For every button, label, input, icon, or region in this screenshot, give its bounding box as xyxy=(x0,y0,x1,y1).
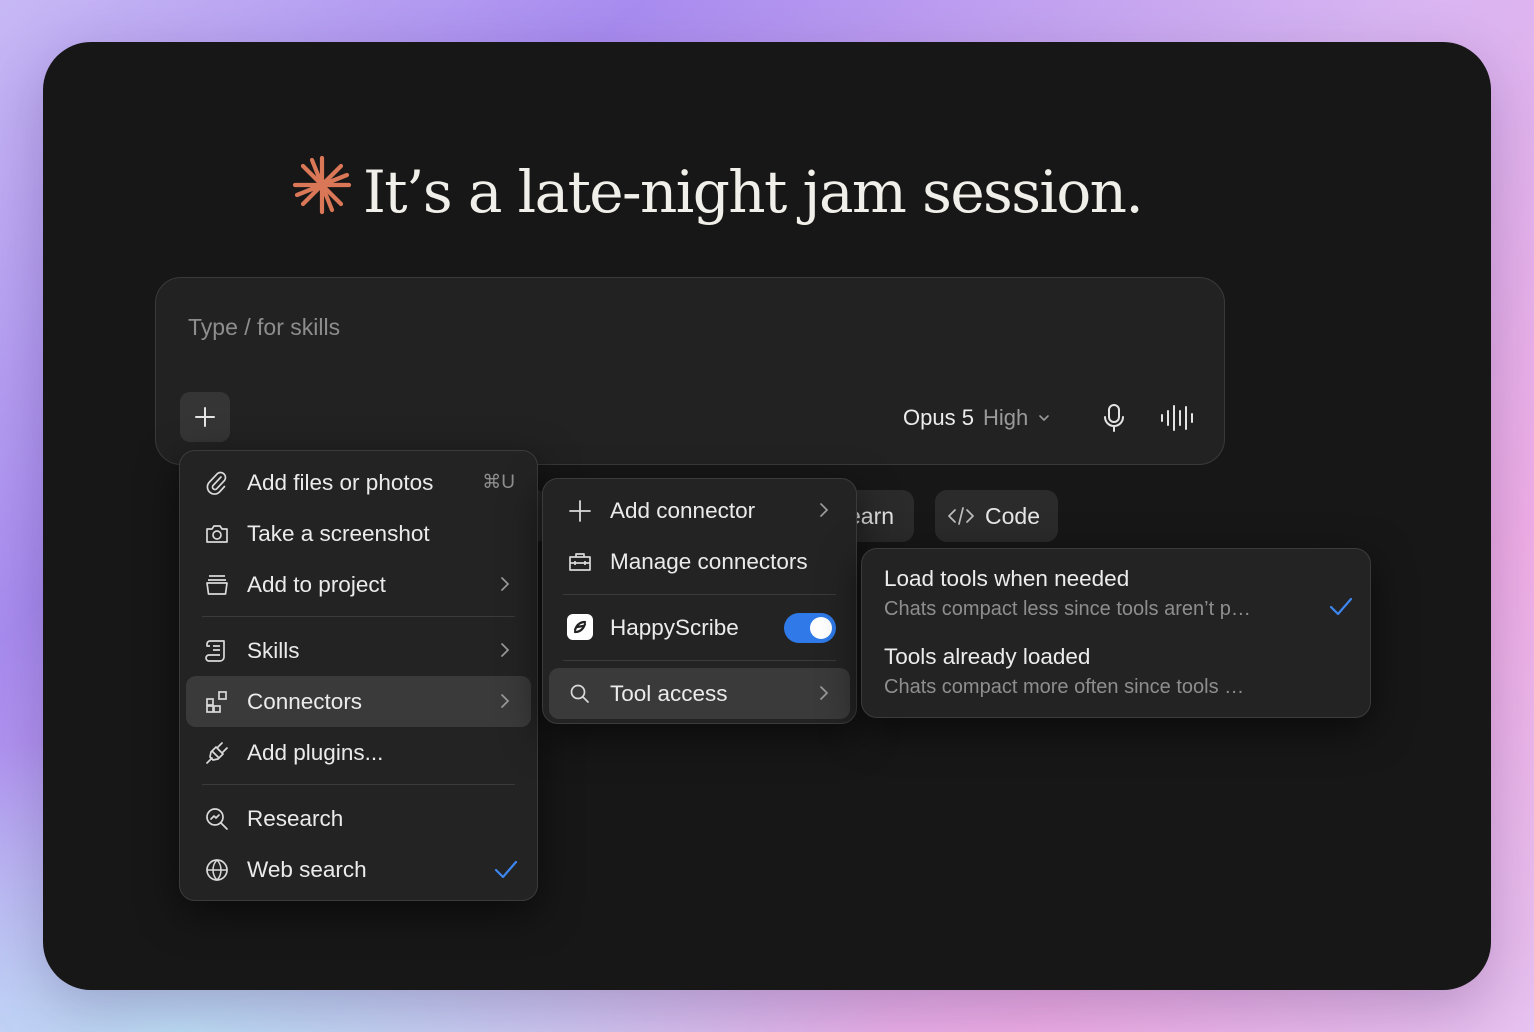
chat-composer: Opus 5 High xyxy=(155,277,1225,465)
checkmark-icon xyxy=(494,860,518,879)
option-title: Load tools when needed xyxy=(884,566,1130,591)
camera-icon xyxy=(206,525,228,543)
menu-item-label: Add files or photos xyxy=(247,469,434,495)
option-description: Chats compact more often since tools … xyxy=(884,676,1245,698)
happyscribe-toggle[interactable] xyxy=(784,613,836,643)
attachment-menu: Add files or photos ⌘U Take a screenshot… xyxy=(179,450,538,901)
menu-item-screenshot[interactable]: Take a screenshot xyxy=(186,508,531,559)
menu-item-add-files[interactable]: Add files or photos ⌘U xyxy=(186,457,531,508)
menu-item-label: Add to project xyxy=(247,571,386,597)
menu-item-connectors[interactable]: Connectors xyxy=(186,676,531,727)
code-icon xyxy=(948,507,974,525)
app-window: It’s a late-night jam session. Opus 5 Hi… xyxy=(43,42,1491,990)
connectors-submenu: Add connector Manage connectors HappyScr… xyxy=(542,478,857,724)
chevron-down-icon xyxy=(1039,415,1049,422)
greeting-headline: It’s a late-night jam session. xyxy=(291,147,1144,237)
toolbox-icon xyxy=(569,553,591,571)
option-title: Tools already loaded xyxy=(884,644,1091,669)
scroll-icon xyxy=(205,640,225,662)
menu-item-label: Skills xyxy=(247,637,300,663)
globe-icon xyxy=(206,858,228,882)
menu-item-label: Research xyxy=(247,805,344,831)
plus-icon xyxy=(569,500,591,522)
paperclip-icon xyxy=(206,471,227,495)
waveform-icon xyxy=(1161,405,1193,431)
menu-item-manage-connectors[interactable]: Manage connectors xyxy=(549,536,850,587)
chevron-right-icon xyxy=(501,694,510,708)
model-selector[interactable]: Opus 5 High xyxy=(903,402,1051,434)
microphone-button[interactable] xyxy=(1100,402,1128,438)
menu-item-label: Take a screenshot xyxy=(247,520,430,546)
menu-item-label: Add plugins... xyxy=(247,739,384,765)
research-icon xyxy=(206,808,228,830)
effort-level: High xyxy=(982,405,1029,430)
menu-item-tool-access[interactable]: Tool access xyxy=(549,668,850,719)
happyscribe-logo-icon xyxy=(567,614,593,640)
connectors-icon xyxy=(206,691,227,713)
search-icon xyxy=(570,684,589,703)
menu-item-label: Add connector xyxy=(610,497,756,523)
menu-item-label: Web search xyxy=(247,856,367,882)
menu-item-label: Manage connectors xyxy=(610,548,808,574)
menu-item-label: Connectors xyxy=(247,688,363,714)
menu-divider xyxy=(563,594,836,595)
chevron-right-icon xyxy=(501,643,510,657)
suggestion-chip-code[interactable]: Code xyxy=(935,490,1058,542)
menu-item-happyscribe[interactable]: HappyScribe xyxy=(549,602,850,653)
menu-item-add-plugins[interactable]: Add plugins... xyxy=(186,727,531,778)
checkmark-icon xyxy=(1329,597,1353,616)
menu-item-skills[interactable]: Skills xyxy=(186,625,531,676)
menu-divider xyxy=(202,784,515,785)
message-input[interactable] xyxy=(186,308,1090,346)
menu-item-web-search[interactable]: Web search xyxy=(186,844,531,895)
menu-divider xyxy=(563,660,836,661)
option-already-loaded[interactable]: Tools already loaded Chats compact more … xyxy=(884,644,1354,699)
claude-spark-icon xyxy=(291,154,353,230)
add-attachment-button[interactable] xyxy=(180,392,230,442)
shortcut-hint: ⌘U xyxy=(482,472,515,493)
plug-icon xyxy=(206,742,228,764)
menu-item-label: HappyScribe xyxy=(610,614,739,640)
plus-icon xyxy=(195,407,215,427)
menu-divider xyxy=(202,616,515,617)
microphone-icon xyxy=(1104,404,1124,432)
option-load-when-needed[interactable]: Load tools when needed Chats compact les… xyxy=(884,566,1354,621)
model-name: Opus 5 xyxy=(903,405,974,430)
menu-item-research[interactable]: Research xyxy=(186,793,531,844)
menu-item-label: Tool access xyxy=(610,680,728,706)
folder-stack-icon xyxy=(206,575,228,595)
chevron-right-icon xyxy=(820,686,829,700)
menu-item-add-connector[interactable]: Add connector xyxy=(549,485,850,536)
option-description: Chats compact less since tools aren’t p… xyxy=(884,598,1251,620)
voice-mode-button[interactable] xyxy=(1158,402,1198,438)
tool-access-submenu: Load tools when needed Chats compact les… xyxy=(861,548,1371,718)
chevron-right-icon xyxy=(820,503,829,517)
headline-text: It’s a late-night jam session. xyxy=(363,158,1144,226)
menu-item-add-project[interactable]: Add to project xyxy=(186,559,531,610)
chip-code-label: Code xyxy=(985,502,1040,529)
toggle-knob xyxy=(810,617,832,639)
chevron-right-icon xyxy=(501,577,510,591)
